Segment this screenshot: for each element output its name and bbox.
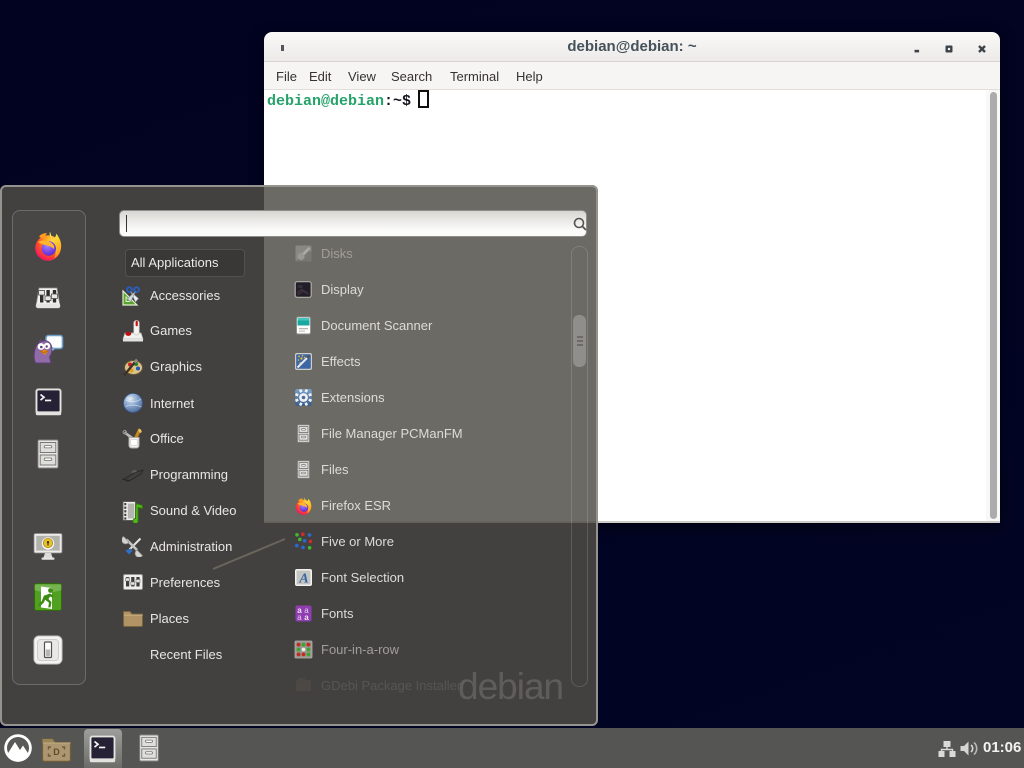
- svg-text:A: A: [298, 572, 308, 587]
- svg-text:D: D: [53, 747, 60, 757]
- svg-text:a: a: [297, 613, 302, 622]
- svg-text:a: a: [304, 613, 309, 622]
